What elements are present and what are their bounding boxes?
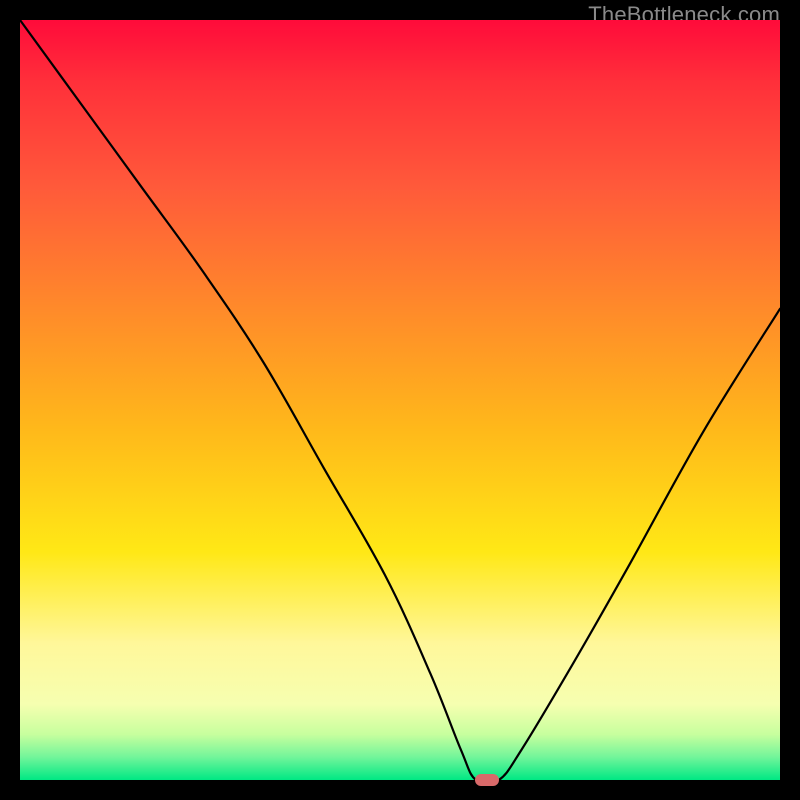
chart-frame: TheBottleneck.com (0, 0, 800, 800)
plot-area (20, 20, 780, 780)
optimal-marker (475, 774, 499, 786)
bottleneck-curve (20, 20, 780, 780)
